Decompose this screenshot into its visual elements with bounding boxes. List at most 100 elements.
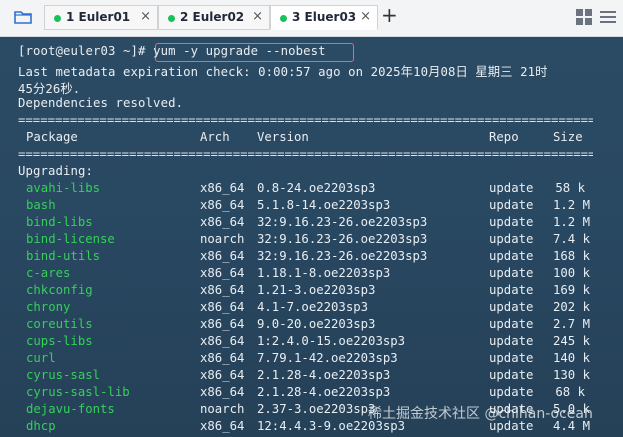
package-name: dejavu-fonts: [26, 402, 115, 416]
package-version: 1.18.1-8.oe2203sp3: [257, 266, 391, 280]
package-size: 1.2 M: [553, 215, 591, 229]
package-repo: update: [489, 283, 534, 297]
package-arch: x86_64: [200, 249, 245, 263]
grid-view-icon[interactable]: [575, 8, 593, 26]
tab-euler01[interactable]: 1 Euler01 ×: [44, 5, 158, 30]
prompt-line: [root@euler03 ~]# yum -y upgrade --nobes…: [18, 44, 326, 58]
package-version: 1:2.4.0-15.oe2203sp3: [257, 334, 406, 348]
package-name: cyrus-sasl-lib: [26, 385, 130, 399]
close-icon[interactable]: ×: [140, 9, 151, 24]
dependencies-status: Dependencies resolved.: [18, 96, 184, 110]
tab-euler02[interactable]: 2 Euler02 ×: [158, 5, 270, 30]
close-icon[interactable]: ×: [252, 9, 263, 24]
package-arch: x86_64: [200, 368, 245, 382]
package-repo: update: [489, 385, 534, 399]
package-version: 32:9.16.23-26.oe2203sp3: [257, 232, 428, 246]
package-arch: x86_64: [200, 334, 245, 348]
package-name: chkconfig: [26, 283, 93, 297]
package-name: dhcp: [26, 419, 56, 433]
package-version: 0.8-24.oe2203sp3: [257, 181, 376, 195]
package-size: 100 k: [553, 266, 591, 280]
package-size: 245 k: [553, 334, 591, 348]
package-repo: update: [489, 368, 534, 382]
package-version: 7.79.1-42.oe2203sp3: [257, 351, 398, 365]
status-dot-icon: [280, 15, 287, 22]
separator-line: ========================================…: [18, 113, 593, 127]
package-name: curl: [26, 351, 56, 365]
package-arch: x86_64: [200, 181, 245, 195]
close-icon[interactable]: ×: [360, 9, 371, 24]
package-name: chrony: [26, 300, 71, 314]
package-repo: update: [489, 317, 534, 331]
package-repo: update: [489, 232, 534, 246]
package-version: 4.1-7.oe2203sp3: [257, 300, 369, 314]
separator-line: ========================================…: [18, 147, 593, 161]
header-size: Size: [553, 130, 583, 144]
package-name: coreutils: [26, 317, 93, 331]
package-arch: x86_64: [200, 266, 245, 280]
package-arch: x86_64: [200, 283, 245, 297]
package-version: 2.37-3.oe2203sp3: [257, 402, 376, 416]
package-name: avahi-libs: [26, 181, 101, 195]
menu-icon[interactable]: [600, 10, 616, 24]
package-name: bash: [26, 198, 56, 212]
terminal-window[interactable]: [root@euler03 ~]# yum -y upgrade --nobes…: [0, 37, 623, 437]
package-name: c-ares: [26, 266, 71, 280]
package-arch: noarch: [200, 402, 245, 416]
package-repo: update: [489, 198, 534, 212]
package-name: bind-libs: [26, 215, 93, 229]
package-size: 202 k: [553, 300, 591, 314]
watermark: 稀土掘金技术社区 @chihan-ocean: [368, 406, 593, 422]
tab-label: 2 Euler02: [180, 10, 245, 24]
tab-label: 1 Euler01: [66, 10, 131, 24]
package-version: 9.0-20.oe2203sp3: [257, 317, 376, 331]
package-arch: x86_64: [200, 419, 245, 433]
package-version: 2.1.28-4.oe2203sp3: [257, 385, 391, 399]
tab-label: 3 Eluer03: [292, 10, 357, 24]
tab-bar: 1 Euler01 × 2 Euler02 × 3 Eluer03 × +: [0, 0, 623, 37]
package-size: 168 k: [553, 249, 591, 263]
package-repo: update: [489, 334, 534, 348]
section-heading: Upgrading:: [18, 164, 94, 178]
header-arch: Arch: [200, 130, 230, 144]
folder-icon[interactable]: [13, 7, 33, 27]
package-name: bind-license: [26, 232, 115, 246]
package-arch: x86_64: [200, 385, 245, 399]
package-size: 2.7 M: [553, 317, 591, 331]
shell-prompt: [root@euler03 ~]#: [18, 44, 146, 58]
package-size: 140 k: [553, 351, 591, 365]
new-tab-icon[interactable]: +: [381, 3, 398, 27]
package-repo: update: [489, 351, 534, 365]
package-name: bind-utils: [26, 249, 101, 263]
package-size: 7.4 k: [553, 232, 591, 246]
package-name: cyrus-sasl: [26, 368, 101, 382]
header-repo: Repo: [489, 130, 519, 144]
metadata-line-continued: 45分26秒.: [18, 82, 81, 96]
tab-eluer03[interactable]: 3 Eluer03 ×: [270, 5, 378, 30]
package-repo: update: [489, 215, 534, 229]
status-dot-icon: [54, 15, 61, 22]
metadata-line: Last metadata expiration check: 0:00:57 …: [18, 65, 548, 79]
package-repo: update: [489, 300, 534, 314]
header-package: Package: [26, 130, 78, 144]
package-version: 5.1.8-14.oe2203sp3: [257, 198, 391, 212]
package-arch: x86_64: [200, 300, 245, 314]
package-version: 2.1.28-4.oe2203sp3: [257, 368, 391, 382]
status-dot-icon: [168, 15, 175, 22]
package-size: 58 k: [555, 181, 585, 195]
package-arch: x86_64: [200, 351, 245, 365]
package-arch: noarch: [200, 232, 245, 246]
header-version: Version: [257, 130, 309, 144]
package-arch: x86_64: [200, 215, 245, 229]
package-arch: x86_64: [200, 198, 245, 212]
package-repo: update: [489, 181, 534, 195]
package-name: cups-libs: [26, 334, 93, 348]
shell-command: yum -y upgrade --nobest: [153, 44, 326, 58]
package-version: 32:9.16.23-26.oe2203sp3: [257, 249, 428, 263]
package-repo: update: [489, 266, 534, 280]
package-version: 1.21-3.oe2203sp3: [257, 283, 376, 297]
package-size: 169 k: [553, 283, 591, 297]
package-size: 130 k: [553, 368, 591, 382]
package-size: 1.2 M: [553, 198, 591, 212]
package-version: 32:9.16.23-26.oe2203sp3: [257, 215, 428, 229]
